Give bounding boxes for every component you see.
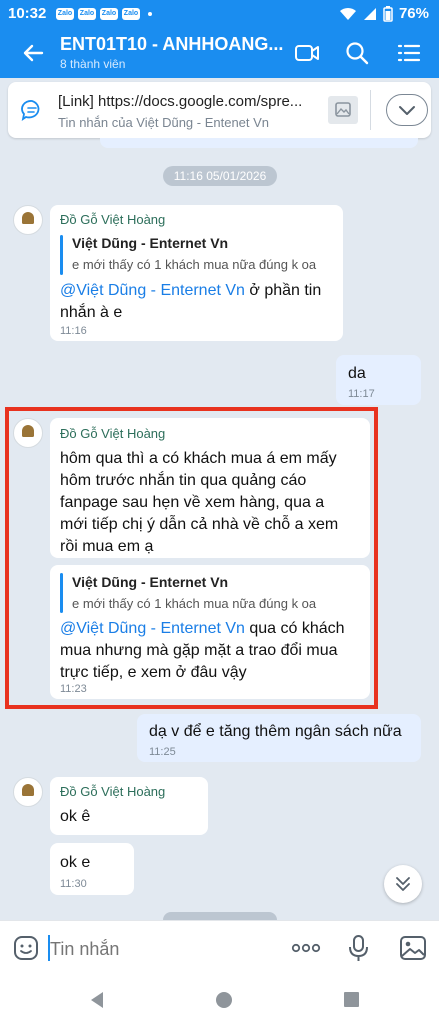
message-input[interactable] <box>50 933 270 965</box>
nav-back-icon[interactable] <box>88 991 106 1009</box>
nav-home-icon[interactable] <box>215 991 233 1009</box>
pinned-title: [Link] https://docs.google.com/spre... <box>58 93 303 110</box>
gallery-icon[interactable] <box>398 934 428 962</box>
expand-pinned-button[interactable] <box>386 94 428 126</box>
status-bar: 10:32 Zalo Zalo Zalo Zalo 76% <box>0 0 439 28</box>
more-icon[interactable] <box>290 937 322 959</box>
message-text: @Việt Dũng - Enternet Vn ở phần tin <box>60 282 322 299</box>
message-time: 11:25 <box>149 746 176 758</box>
zalo-notification-icon: Zalo <box>56 8 74 20</box>
message-text: ok ê <box>60 808 91 825</box>
wifi-icon <box>339 7 356 20</box>
double-chevron-down-icon <box>396 877 410 891</box>
message-bubble-own[interactable]: da 11:17 <box>336 355 421 405</box>
mic-icon[interactable] <box>346 933 372 963</box>
message-text: ok e <box>60 854 91 871</box>
sender-name: Đồ Gỗ Việt Hoàng <box>60 212 166 227</box>
message-text: da <box>348 365 366 382</box>
message-bubble-partial <box>100 138 418 148</box>
date-separator: 11:16 05/01/2026 <box>163 166 277 186</box>
emoji-icon[interactable] <box>12 934 40 962</box>
video-call-icon[interactable] <box>294 40 320 66</box>
message-time: 11:17 <box>348 388 375 400</box>
mention[interactable]: @Việt Dũng - Enternet Vn <box>60 282 245 299</box>
quote-author: Việt Dũng - Enternet Vn <box>72 235 229 251</box>
chat-bubble-icon <box>21 100 40 121</box>
message-bubble[interactable]: Đồ Gỗ Việt Hoàng ok ê <box>50 777 208 835</box>
signal-icon <box>363 7 376 20</box>
battery-percent: 76% <box>398 5 429 22</box>
highlight-box <box>5 407 378 709</box>
quote-text: e mới thấy có 1 khách mua nữa đúng k oa <box>72 257 317 272</box>
pinned-subtitle: Tin nhắn của Việt Dũng - Entenet Vn <box>58 115 270 130</box>
more-notifications-dot <box>148 12 152 16</box>
list-icon[interactable] <box>396 40 422 66</box>
message-input-bar <box>0 920 439 976</box>
zalo-notification-icon: Zalo <box>100 8 118 20</box>
status-time: 10:32 <box>8 5 47 22</box>
message-bubble[interactable]: Đồ Gỗ Việt Hoàng Việt Dũng - Enternet Vn… <box>50 205 343 341</box>
message-time: 11:30 <box>60 878 87 890</box>
message-text: nhắn à e <box>60 304 123 321</box>
quote-bar <box>60 235 63 275</box>
message-text: dạ v để e tăng thêm ngân sách nữa <box>149 723 402 740</box>
nav-recents-icon[interactable] <box>343 991 360 1008</box>
pinned-divider <box>370 90 371 130</box>
member-count: 8 thành viên <box>60 57 126 71</box>
system-nav-bar <box>0 976 439 1024</box>
message-bubble-own[interactable]: dạ v để e tăng thêm ngân sách nữa 11:25 <box>137 714 421 762</box>
pinned-message[interactable]: [Link] https://docs.google.com/spre... T… <box>8 82 431 138</box>
zalo-notification-icon: Zalo <box>78 8 96 20</box>
back-arrow-icon[interactable] <box>18 38 48 68</box>
chevron-down-icon <box>399 106 415 115</box>
scroll-to-bottom-button[interactable] <box>384 865 422 903</box>
notification-icons: Zalo Zalo Zalo Zalo <box>56 8 152 20</box>
zalo-notification-icon: Zalo <box>122 8 140 20</box>
group-title[interactable]: ENT01T10 - ANHHOANG... <box>60 34 283 55</box>
battery-icon <box>383 5 393 22</box>
date-separator-partial <box>163 912 277 920</box>
avatar[interactable] <box>13 205 43 235</box>
message-bubble[interactable]: ok e 11:30 <box>50 843 134 895</box>
message-time: 11:16 <box>60 325 87 337</box>
status-right: 76% <box>339 5 429 22</box>
search-icon[interactable] <box>344 40 370 66</box>
avatar[interactable] <box>13 777 43 807</box>
chat-header: ENT01T10 - ANHHOANG... 8 thành viên <box>0 28 439 78</box>
image-icon <box>328 96 358 124</box>
sender-name: Đồ Gỗ Việt Hoàng <box>60 784 166 799</box>
